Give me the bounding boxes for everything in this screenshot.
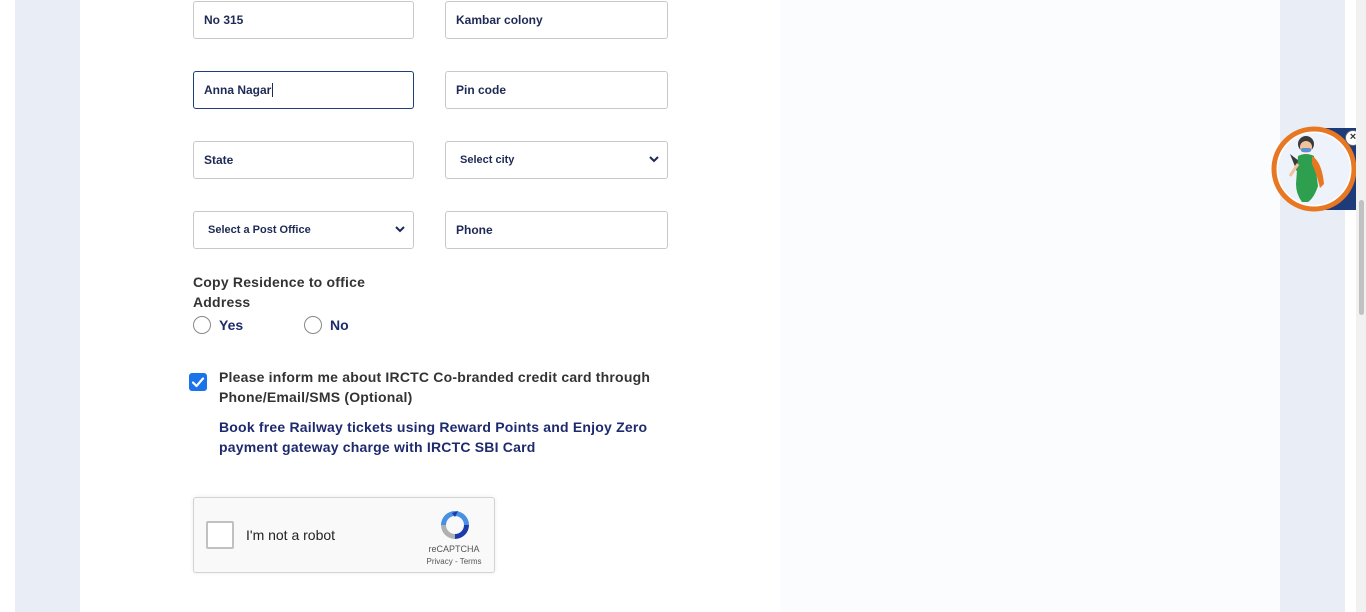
chevron-down-icon bbox=[395, 225, 405, 236]
text-cursor bbox=[272, 83, 274, 97]
address-line1-input[interactable] bbox=[204, 13, 403, 27]
phone-field[interactable] bbox=[445, 211, 668, 249]
recaptcha-privacy-link[interactable]: Privacy bbox=[427, 557, 453, 566]
sbi-card-promo-text: Book free Railway tickets using Reward P… bbox=[219, 419, 648, 455]
recaptcha-label: I'm not a robot bbox=[246, 527, 336, 543]
address-line3-field[interactable]: Anna Nagar bbox=[193, 71, 414, 109]
address-line3-input[interactable]: Anna Nagar bbox=[204, 83, 271, 97]
scrollbar-thumb[interactable] bbox=[1359, 200, 1364, 315]
recaptcha-checkbox[interactable] bbox=[206, 521, 234, 549]
state-field[interactable] bbox=[193, 141, 414, 179]
recaptcha-widget: I'm not a robot reCAPTCHA Privacy - Term… bbox=[193, 497, 495, 573]
recaptcha-links: Privacy - Terms bbox=[414, 557, 494, 566]
radio-circle[interactable] bbox=[304, 316, 322, 334]
side-panel bbox=[780, 0, 1280, 612]
recaptcha-brand: reCAPTCHA bbox=[428, 544, 480, 554]
address-line2-input[interactable] bbox=[456, 13, 657, 27]
pin-code-input[interactable] bbox=[456, 83, 657, 97]
address-line2-field[interactable] bbox=[445, 1, 668, 39]
page-background-left bbox=[15, 0, 80, 612]
recaptcha-terms-link[interactable]: Terms bbox=[460, 557, 482, 566]
state-input[interactable] bbox=[204, 153, 403, 167]
copy-residence-no-radio[interactable]: No bbox=[304, 316, 349, 334]
pin-code-field[interactable] bbox=[445, 71, 668, 109]
chevron-down-icon bbox=[649, 155, 659, 166]
credit-card-opt-in-label: Please inform me about IRCTC Co-branded … bbox=[219, 369, 651, 405]
post-office-select[interactable]: Select a Post Office bbox=[193, 211, 414, 249]
post-office-select-value: Select a Post Office bbox=[208, 224, 311, 236]
recaptcha-logo-icon bbox=[441, 511, 469, 539]
credit-card-opt-in-checkbox[interactable] bbox=[189, 373, 207, 391]
copy-residence-yes-radio[interactable]: Yes bbox=[193, 316, 243, 334]
address-line1-field[interactable] bbox=[193, 1, 414, 39]
page-background-right bbox=[1280, 0, 1345, 612]
recaptcha-link-separator: - bbox=[452, 557, 460, 566]
radio-circle[interactable] bbox=[193, 316, 211, 334]
radio-label-yes: Yes bbox=[219, 317, 244, 333]
copy-residence-label: Copy Residence to office Address bbox=[193, 274, 366, 310]
city-select-value: Select city bbox=[460, 154, 515, 166]
city-select[interactable]: Select city bbox=[445, 141, 668, 179]
phone-input[interactable] bbox=[456, 223, 657, 237]
radio-label-no: No bbox=[330, 317, 349, 333]
check-icon bbox=[191, 377, 205, 388]
